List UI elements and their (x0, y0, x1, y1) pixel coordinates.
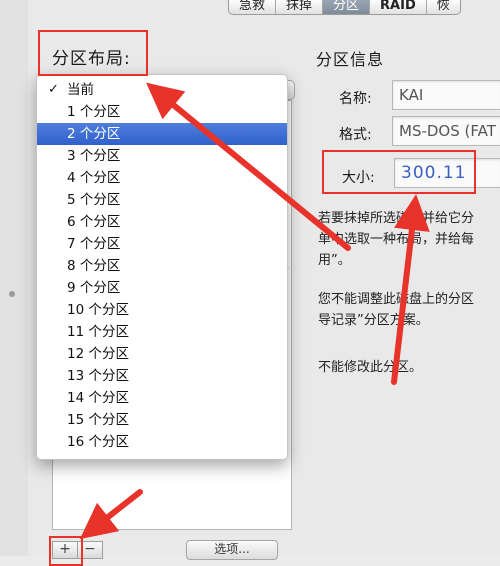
arrow-to-add-button (79, 489, 143, 540)
arrow-to-size-field (391, 194, 430, 385)
arrow-to-layout-label (146, 82, 351, 251)
annotation-arrows (79, 82, 430, 540)
